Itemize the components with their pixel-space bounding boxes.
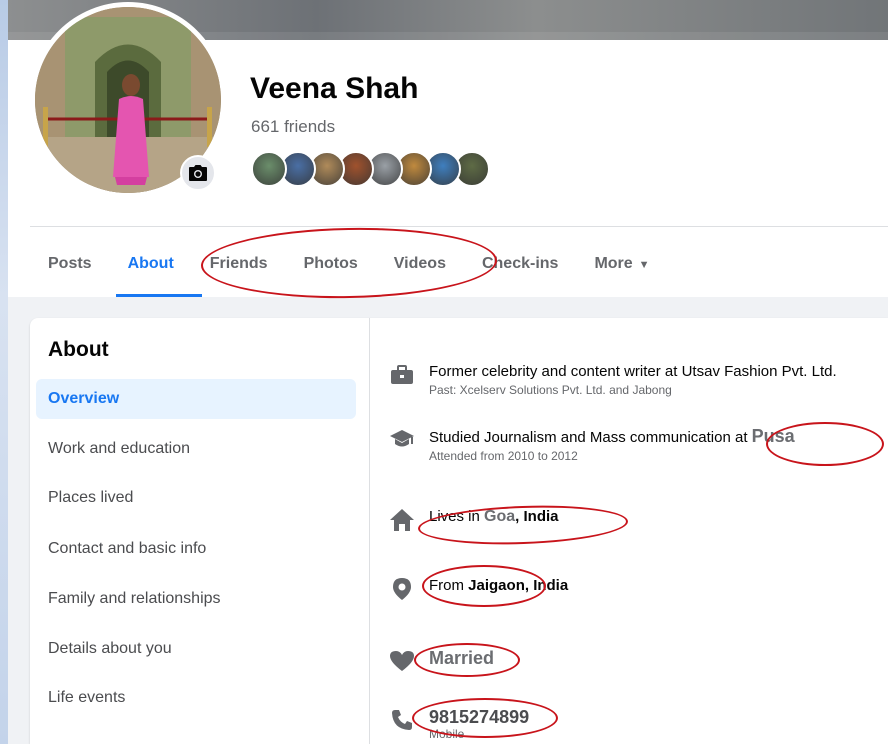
- from-text: From Jaigaon, India: [429, 576, 568, 596]
- from-row: From Jaigaon, India: [389, 576, 568, 602]
- tab-more[interactable]: More ▼: [576, 240, 667, 298]
- education-row: Studied Journalism and Mass communicatio…: [389, 426, 795, 464]
- heart-icon: [389, 648, 415, 674]
- education-school[interactable]: Pusa: [752, 426, 795, 446]
- from-place[interactable]: Jaigaon, India: [468, 577, 568, 594]
- lives-row: Lives in Goa, India: [389, 507, 559, 533]
- friend-avatar[interactable]: [251, 151, 287, 187]
- friends-count[interactable]: 661 friends: [251, 117, 335, 137]
- caret-down-icon: ▼: [638, 259, 650, 271]
- about-overview: Former celebrity and content writer at U…: [371, 318, 888, 744]
- sidebar-item-family[interactable]: Family and relationships: [36, 579, 356, 619]
- lives-text: Lives in Goa, India: [429, 507, 559, 527]
- tab-friends[interactable]: Friends: [192, 240, 286, 298]
- phone-row: 9815274899 Mobile: [389, 707, 529, 742]
- sidebar-item-details[interactable]: Details about you: [36, 629, 356, 669]
- tab-check-ins[interactable]: Check-ins: [464, 240, 576, 298]
- phone-type: Mobile: [429, 727, 465, 741]
- lives-country[interactable]: , India: [515, 508, 558, 525]
- relationship-row: Married: [389, 648, 494, 674]
- lives-prefix: Lives in: [429, 508, 480, 525]
- camera-icon: [189, 165, 207, 181]
- tab-more-label: More: [594, 255, 633, 272]
- sidebar-item-places-lived[interactable]: Places lived: [36, 478, 356, 518]
- from-prefix: From: [429, 577, 464, 594]
- tab-videos[interactable]: Videos: [376, 240, 464, 298]
- location-pin-icon: [389, 576, 415, 602]
- work-sub: Past: Xcelserv Solutions Pvt. Ltd. and J…: [429, 383, 672, 397]
- education-field: Studied Journalism and Mass communicatio…: [429, 429, 731, 446]
- lives-city[interactable]: Goa: [484, 508, 515, 525]
- header-divider: [30, 226, 888, 227]
- profile-name: Veena Shah: [250, 72, 419, 105]
- phone-icon: [389, 707, 415, 733]
- education-sub: Attended from 2010 to 2012: [429, 449, 578, 463]
- profile-page: Veena Shah 661 friends Posts About Frien…: [8, 0, 888, 744]
- education-at: at: [734, 429, 748, 446]
- tab-about[interactable]: About: [110, 240, 274, 308]
- about-sidebar: About Overview Work and education Places…: [30, 318, 370, 744]
- sidebar-item-life-events[interactable]: Life events: [36, 678, 356, 718]
- friend-avatar-stack[interactable]: [251, 151, 490, 189]
- graduation-cap-icon: [389, 426, 415, 452]
- sidebar-item-overview[interactable]: Overview: [36, 379, 356, 419]
- phone-number[interactable]: 9815274899: [429, 707, 529, 728]
- relationship-status: Married: [429, 648, 495, 668]
- tab-posts[interactable]: Posts: [30, 240, 110, 298]
- tab-photos[interactable]: Photos: [286, 240, 376, 298]
- education-main: Studied Journalism and Mass communicatio…: [429, 426, 795, 448]
- about-title: About: [48, 338, 109, 361]
- about-card: About Overview Work and education Places…: [30, 318, 888, 744]
- briefcase-icon: [389, 362, 415, 388]
- profile-tabs: Posts About Friends Photos Videos Check-…: [30, 240, 668, 308]
- sidebar-item-work-education[interactable]: Work and education: [36, 429, 356, 469]
- work-main: Former celebrity and content writer at U…: [429, 363, 837, 380]
- work-row: Former celebrity and content writer at U…: [389, 362, 837, 398]
- sidebar-item-contact-info[interactable]: Contact and basic info: [36, 529, 356, 569]
- tab-about-label: About: [127, 255, 174, 272]
- home-icon: [389, 507, 415, 533]
- update-photo-button[interactable]: [180, 155, 216, 191]
